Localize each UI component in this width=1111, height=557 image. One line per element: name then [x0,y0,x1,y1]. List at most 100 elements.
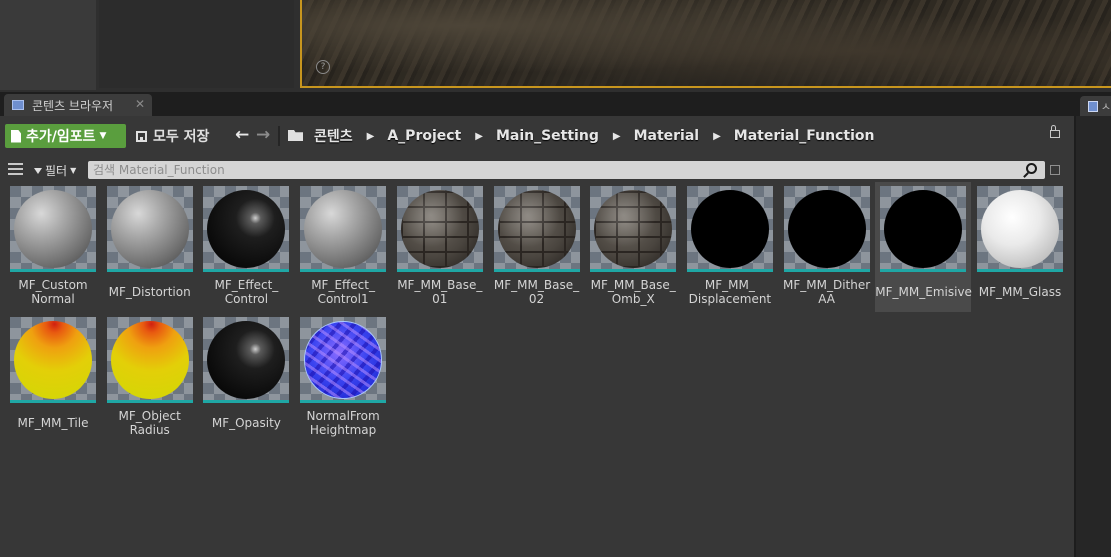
search-placeholder: 검색 Material_Function [93,163,225,177]
tab-label: ㅅ [1100,100,1111,113]
breadcrumb-item[interactable]: Material_Function [734,128,875,144]
folder-icon[interactable] [288,130,303,141]
search-input[interactable]: 검색 Material_Function [88,161,1045,179]
breadcrumb-separator-icon[interactable]: ▶ [475,131,483,142]
asset-thumbnail [203,317,290,403]
asset-tile[interactable]: MF_Effect_ Control1 [295,182,391,312]
asset-grid: MF_Custom Normal MF_Distortion MF_Effect_ … [0,182,1074,557]
asset-name: MF_MM_ Displacement [688,278,772,306]
tab-bar: 콘텐츠 브라우저 ✕ [0,92,1111,116]
material-preview-sphere-icon [304,321,383,399]
asset-thumbnail [590,186,677,272]
asset-name: MF_MM_Tile [17,416,89,430]
chevron-down-icon: ▼ [70,166,77,175]
material-preview-sphere-icon [207,321,286,399]
asset-name: MF_Opasity [211,416,281,430]
help-icon[interactable]: ? [316,60,330,74]
chevron-down-icon: ▼ [99,131,107,141]
breadcrumb-separator-icon[interactable]: ▶ [367,131,375,142]
search-icon[interactable] [1026,163,1037,174]
asset-thumbnail [10,317,96,403]
asset-tile[interactable]: MF_MM_Base_ Omb_X [585,182,681,312]
asset-tile[interactable]: MF_MM_Glass [972,182,1068,312]
asset-tile[interactable]: MF_MM_Base_ 01 [392,182,488,312]
material-preview-sphere-icon [110,321,189,399]
asset-thumbnail [106,186,193,272]
tab-content-browser[interactable]: 콘텐츠 브라우저 ✕ [4,94,152,116]
material-preview-sphere-icon [884,190,963,268]
content-browser-toolbar: 추가/임포트 ▼ 모두 저장 ← → 콘텐츠 ▶ A_Project ▶ Main_Se… [0,116,1074,154]
asset-tile[interactable]: NormalFrom Heightmap [295,313,391,443]
breadcrumb-item[interactable]: Main_Setting [496,128,599,144]
asset-thumbnail [686,186,773,272]
asset-name: MF_MM_Emisive [875,285,972,299]
asset-name: MF_MM_Base_ 01 [397,278,483,306]
asset-name: MF_MM_Dither AA [783,278,871,306]
breadcrumb-item[interactable]: Material [634,128,700,144]
asset-name: MF_MM_Base_ 02 [493,278,580,306]
filter-bar: 필터 ▼ 검색 Material_Function [0,156,1074,182]
save-all-label: 모두 저장 [153,129,210,145]
asset-thumbnail [880,186,967,272]
sources-panel-toggle-icon[interactable] [8,163,23,175]
asset-name: MF_Effect_ Control [214,278,279,306]
asset-tile[interactable]: MF_Effect_ Control [198,182,294,312]
breadcrumb-item[interactable]: A_Project [387,128,461,144]
breadcrumb-separator-icon[interactable]: ▶ [613,131,621,142]
material-preview-sphere-icon [400,190,479,268]
asset-name: MF_Custom Normal [18,278,88,306]
filter-button[interactable]: 필터 ▼ [34,162,76,179]
save-search-icon[interactable] [1050,165,1060,175]
filter-label: 필터 [45,164,68,178]
forward-arrow-icon[interactable]: → [256,125,270,145]
breadcrumb: 콘텐츠 ▶ A_Project ▶ Main_Setting ▶ Material ▶ Mate… [314,126,874,146]
panel-icon [1088,100,1098,112]
asset-name: MF_Object Radius [118,409,181,437]
asset-thumbnail [783,186,870,272]
material-preview-sphere-icon [207,190,286,268]
asset-tile[interactable]: MF_MM_Tile [5,313,101,443]
back-arrow-icon[interactable]: ← [235,125,249,145]
material-preview-sphere-icon [690,190,769,268]
content-browser-panel: 추가/임포트 ▼ 모두 저장 ← → 콘텐츠 ▶ A_Project ▶ Main_Se… [0,116,1074,557]
asset-thumbnail [106,317,193,403]
material-preview-sphere-icon [981,190,1059,268]
asset-name: NormalFrom Heightmap [306,409,380,437]
lock-icon[interactable] [1050,125,1060,138]
material-preview-sphere-icon [594,190,673,268]
asset-thumbnail [300,186,387,272]
asset-tile[interactable]: MF_Object Radius [102,313,198,443]
filter-icon [34,167,42,174]
asset-name: MF_Effect_ Control1 [311,278,375,306]
asset-thumbnail [300,317,387,403]
outliner-panel [0,0,96,90]
asset-tile[interactable]: MF_MM_Dither AA [779,182,875,312]
close-icon[interactable]: ✕ [135,97,145,111]
asset-tile[interactable]: MF_Distortion [102,182,198,312]
divider [278,126,280,146]
asset-tile[interactable]: MF_MM_ Displacement [682,182,778,312]
material-preview-sphere-icon [110,190,189,268]
asset-tile[interactable]: MF_MM_Base_ 02 [489,182,585,312]
asset-tile[interactable]: MF_MM_Emisive [875,182,972,312]
save-all-button[interactable]: 모두 저장 [136,126,209,146]
add-import-label: 추가/임포트 [26,129,96,145]
level-viewport[interactable]: ? [300,0,1111,88]
material-preview-sphere-icon [14,321,92,399]
asset-tile[interactable]: MF_Custom Normal [5,182,101,312]
content-browser-icon [12,100,24,110]
asset-tile[interactable]: MF_Opasity [198,313,294,443]
add-import-button[interactable]: 추가/임포트 ▼ [5,124,126,148]
tab-side-panel[interactable]: ㅅ [1080,96,1111,116]
asset-name: MF_Distortion [108,285,191,299]
asset-thumbnail [203,186,290,272]
asset-name: MF_MM_Base_ Omb_X [590,278,676,306]
breadcrumb-item[interactable]: 콘텐츠 [314,126,353,146]
save-icon [136,130,147,142]
breadcrumb-separator-icon[interactable]: ▶ [713,131,721,142]
material-preview-sphere-icon [14,190,92,268]
material-preview-sphere-icon [787,190,866,268]
asset-thumbnail [977,186,1063,272]
tab-label: 콘텐츠 브라우저 [32,98,114,113]
material-preview-sphere-icon [497,190,576,268]
